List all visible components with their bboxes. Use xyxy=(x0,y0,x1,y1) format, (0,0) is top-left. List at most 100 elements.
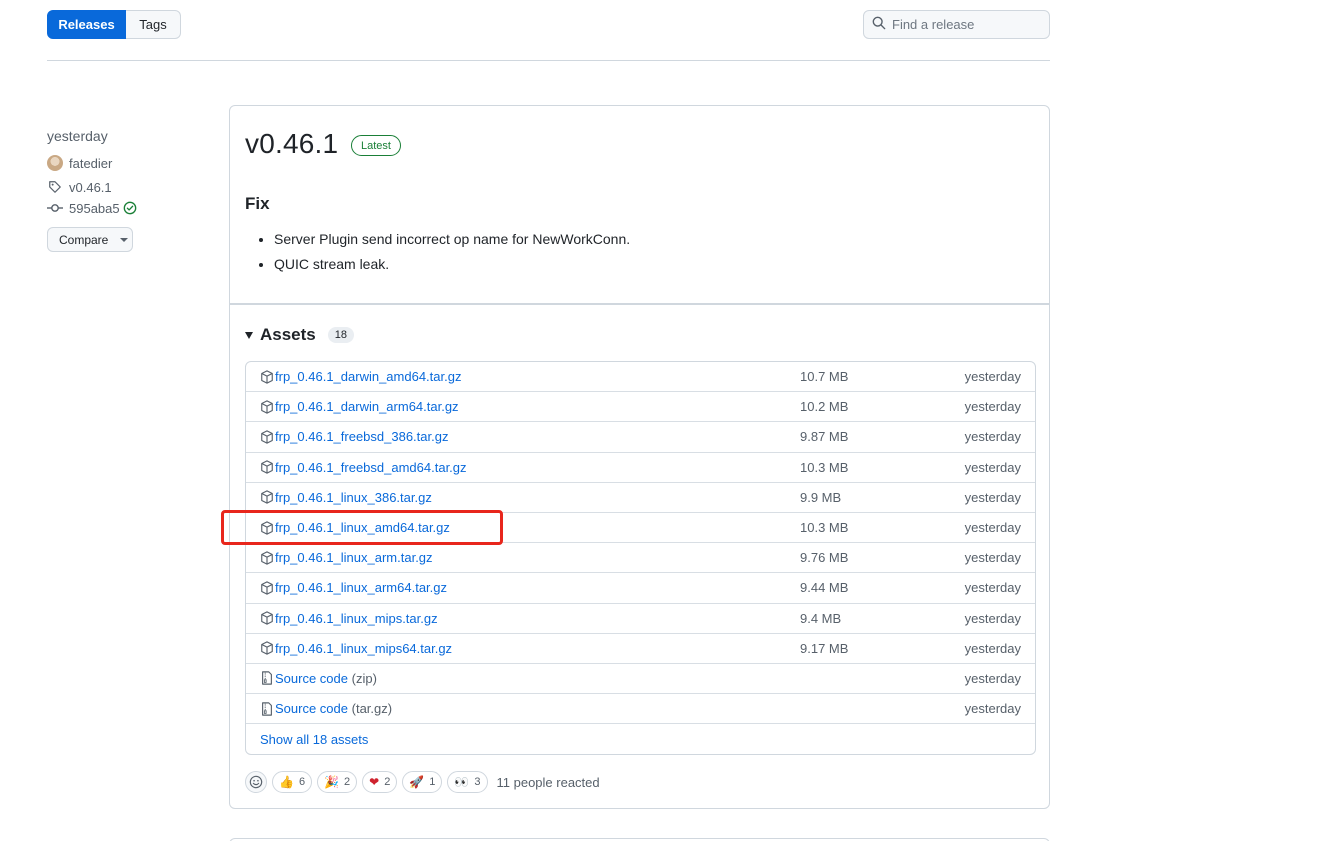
asset-link[interactable]: frp_0.46.1_freebsd_amd64.tar.gz xyxy=(275,460,467,475)
asset-link[interactable]: frp_0.46.1_linux_386.tar.gz xyxy=(275,490,432,505)
asset-date: yesterday xyxy=(964,701,1021,717)
asset-date: yesterday xyxy=(964,670,1021,686)
package-icon xyxy=(260,400,274,414)
asset-date: yesterday xyxy=(964,610,1021,626)
thumbs-up-icon: 👍 xyxy=(279,775,294,789)
section-divider xyxy=(230,303,1049,305)
search-icon xyxy=(872,16,886,33)
tag-icon xyxy=(47,179,63,195)
asset-size: 9.76 MB xyxy=(800,550,849,566)
asset-row: frp_0.46.1_linux_mips64.tar.gz 9.17 MB y… xyxy=(246,634,1035,664)
chevron-down-icon xyxy=(120,237,129,242)
asset-link[interactable]: frp_0.46.1_linux_arm64.tar.gz xyxy=(275,580,447,595)
asset-date: yesterday xyxy=(964,640,1021,656)
reaction-count: 3 xyxy=(474,776,481,788)
asset-date: yesterday xyxy=(964,520,1021,536)
asset-date: yesterday xyxy=(964,399,1021,415)
assets-title: Assets xyxy=(260,325,316,344)
assets-list: frp_0.46.1_darwin_amd64.tar.gz 10.7 MB y… xyxy=(245,361,1036,756)
release-notes: Server Plugin send incorrect op name for… xyxy=(274,231,630,281)
reaction-eyes[interactable]: 👀 3 xyxy=(447,771,488,793)
commit-sha[interactable]: 595aba5 xyxy=(69,201,120,216)
source-suffix: (tar.gz) xyxy=(351,701,393,717)
package-icon xyxy=(260,581,274,595)
tag-name[interactable]: v0.46.1 xyxy=(69,180,112,195)
eyes-icon: 👀 xyxy=(454,775,470,789)
release-date: yesterday xyxy=(47,128,108,144)
show-all-assets-link[interactable]: Show all 18 assets xyxy=(260,732,368,747)
asset-row: frp_0.46.1_linux_arm64.tar.gz 9.44 MB ye… xyxy=(246,573,1035,604)
tag-row[interactable]: v0.46.1 xyxy=(47,178,217,196)
package-icon xyxy=(260,520,274,535)
note-item: Server Plugin send incorrect op name for… xyxy=(274,231,630,256)
author-name[interactable]: fatedier xyxy=(69,156,112,171)
file-zip-icon xyxy=(260,671,274,686)
asset-link[interactable]: frp_0.46.1_linux_arm.tar.gz xyxy=(275,550,433,565)
note-item: QUIC stream leak. xyxy=(274,256,630,281)
asset-date: yesterday xyxy=(964,459,1021,475)
asset-size: 10.7 MB xyxy=(800,369,849,385)
assets-count-badge: 18 xyxy=(327,327,355,343)
asset-link[interactable]: frp_0.46.1_darwin_amd64.tar.gz xyxy=(275,369,461,384)
tab-tags[interactable]: Tags xyxy=(126,10,181,39)
reactions-bar: 👍 6 🎉 2 ❤ 2 🚀 1 👀 3 11 people reacted xyxy=(245,771,600,793)
package-icon xyxy=(260,430,274,444)
asset-size: 10.3 MB xyxy=(800,459,849,475)
source-zip-link[interactable]: Source code (zip) xyxy=(275,671,377,686)
party-popper-icon: 🎉 xyxy=(324,775,340,789)
asset-size: 10.2 MB xyxy=(800,399,849,415)
add-reaction-button[interactable] xyxy=(245,771,267,793)
package-icon xyxy=(260,641,274,655)
source-label: Source code xyxy=(275,670,348,686)
header-divider xyxy=(47,60,1050,61)
reactions-summary: 11 people reacted xyxy=(496,774,600,790)
release-search[interactable] xyxy=(863,10,1050,39)
asset-date: yesterday xyxy=(964,550,1021,566)
asset-link[interactable]: frp_0.46.1_freebsd_386.tar.gz xyxy=(275,429,448,444)
compare-button[interactable]: Compare xyxy=(47,227,133,252)
reaction-hooray[interactable]: 🎉 2 xyxy=(317,771,358,793)
asset-size: 9.44 MB xyxy=(800,580,849,596)
reaction-heart[interactable]: ❤ 2 xyxy=(362,771,398,793)
assets-toggle[interactable]: Assets 18 xyxy=(245,325,355,345)
rocket-icon: 🚀 xyxy=(409,775,425,789)
asset-date: yesterday xyxy=(964,429,1021,445)
asset-link[interactable]: frp_0.46.1_linux_amd64.tar.gz xyxy=(275,520,450,535)
reaction-thumbs-up[interactable]: 👍 6 xyxy=(272,771,313,793)
asset-size: 10.3 MB xyxy=(800,520,849,536)
tab-releases[interactable]: Releases xyxy=(47,10,126,39)
avatar[interactable] xyxy=(47,155,63,171)
reaction-count: 2 xyxy=(384,776,391,788)
asset-size: 9.9 MB xyxy=(800,489,842,505)
package-icon xyxy=(260,611,274,625)
package-icon xyxy=(260,460,274,474)
asset-link[interactable]: frp_0.46.1_linux_mips64.tar.gz xyxy=(275,641,452,656)
show-all-row: Show all 18 assets xyxy=(246,724,1035,754)
latest-badge: Latest xyxy=(351,135,401,156)
asset-row: frp_0.46.1_linux_amd64.tar.gz 10.3 MB ye… xyxy=(246,513,1035,544)
commit-row[interactable]: 595aba5 xyxy=(47,199,217,217)
source-suffix: (zip) xyxy=(351,670,377,686)
author-row[interactable]: fatedier xyxy=(47,154,217,172)
asset-date: yesterday xyxy=(964,369,1021,385)
package-icon xyxy=(260,551,274,565)
reaction-count: 1 xyxy=(429,776,436,788)
source-targz-link[interactable]: Source code (tar.gz) xyxy=(275,701,392,716)
package-icon xyxy=(260,490,274,505)
asset-link[interactable]: frp_0.46.1_darwin_arm64.tar.gz xyxy=(275,399,459,414)
asset-row: frp_0.46.1_linux_arm.tar.gz 9.76 MB yest… xyxy=(246,543,1035,574)
release-title[interactable]: v0.46.1 xyxy=(245,128,338,160)
asset-row: frp_0.46.1_linux_mips.tar.gz 9.4 MB yest… xyxy=(246,604,1035,634)
reaction-rocket[interactable]: 🚀 1 xyxy=(402,771,443,793)
search-input[interactable] xyxy=(892,17,1042,32)
source-row: Source code (zip) yesterday xyxy=(246,664,1035,695)
asset-date: yesterday xyxy=(964,580,1021,596)
reaction-count: 2 xyxy=(344,776,351,788)
file-zip-icon xyxy=(260,701,274,716)
asset-size: 9.87 MB xyxy=(800,429,849,445)
asset-row: frp_0.46.1_freebsd_amd64.tar.gz 10.3 MB … xyxy=(246,453,1035,483)
asset-link[interactable]: frp_0.46.1_linux_mips.tar.gz xyxy=(275,611,438,626)
release-card: v0.46.1 Latest Fix Server Plugin send in… xyxy=(229,105,1050,809)
reaction-count: 6 xyxy=(298,776,306,788)
heart-icon: ❤ xyxy=(369,775,380,789)
